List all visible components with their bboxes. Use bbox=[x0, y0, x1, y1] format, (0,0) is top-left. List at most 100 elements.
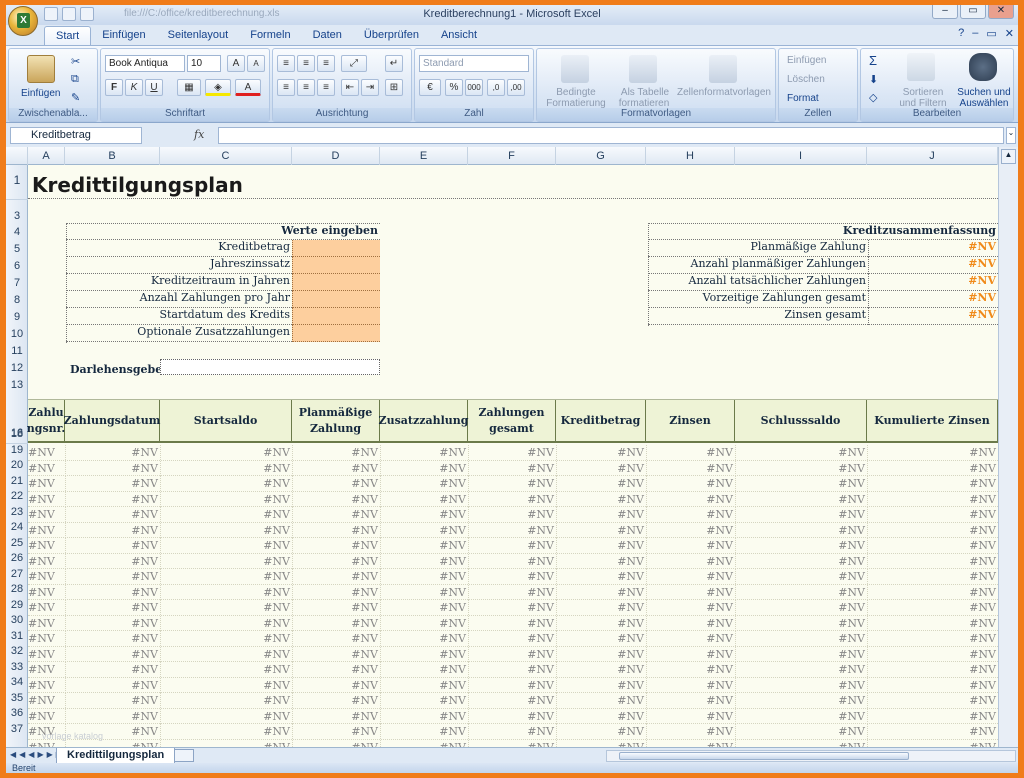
table-cell[interactable]: #NV bbox=[735, 632, 865, 645]
name-box[interactable]: Kreditbetrag bbox=[10, 127, 142, 144]
table-cell[interactable]: #NV bbox=[160, 539, 290, 552]
table-cell[interactable]: #NV bbox=[28, 710, 63, 723]
wb-restore-button[interactable]: ▭ bbox=[986, 27, 996, 40]
table-cell[interactable]: #NV bbox=[646, 462, 733, 475]
table-cell[interactable]: #NV bbox=[160, 477, 290, 490]
table-cell[interactable]: #NV bbox=[380, 586, 466, 599]
table-cell[interactable]: #NV bbox=[28, 508, 63, 521]
table-cell[interactable]: #NV bbox=[28, 446, 63, 459]
row-header[interactable]: 9 bbox=[6, 311, 28, 323]
table-cell[interactable]: #NV bbox=[867, 570, 996, 583]
table-cell[interactable]: #NV bbox=[735, 663, 865, 676]
table-cell[interactable]: #NV bbox=[160, 508, 290, 521]
table-cell[interactable]: #NV bbox=[292, 679, 378, 692]
table-cell[interactable]: #NV bbox=[468, 477, 554, 490]
decrease-indent-icon[interactable]: ⇤ bbox=[341, 79, 359, 96]
row-header[interactable]: 29 bbox=[6, 599, 28, 611]
table-cell[interactable]: #NV bbox=[867, 710, 996, 723]
table-cell[interactable]: #NV bbox=[646, 632, 733, 645]
font-name-select[interactable]: Book Antiqua bbox=[105, 55, 185, 72]
shrink-font-button[interactable]: A bbox=[247, 55, 265, 72]
table-cell[interactable]: #NV bbox=[735, 555, 865, 568]
table-cell[interactable]: #NV bbox=[735, 446, 865, 459]
table-header-cell[interactable]: Zahlungsdatum bbox=[64, 400, 160, 442]
table-cell[interactable]: #NV bbox=[160, 462, 290, 475]
align-middle-icon[interactable]: ≡ bbox=[297, 55, 315, 72]
table-cell[interactable]: #NV bbox=[292, 493, 378, 506]
table-cell[interactable]: #NV bbox=[646, 648, 733, 661]
table-header-cell[interactable]: Startsaldo bbox=[160, 400, 292, 442]
table-cell[interactable]: #NV bbox=[468, 679, 554, 692]
table-cell[interactable]: #NV bbox=[28, 694, 63, 707]
table-cell[interactable]: #NV bbox=[867, 555, 996, 568]
table-cell[interactable]: #NV bbox=[468, 710, 554, 723]
table-cell[interactable]: #NV bbox=[28, 555, 63, 568]
sort-filter-button[interactable]: Sortieren bbox=[895, 87, 951, 98]
table-cell[interactable]: #NV bbox=[65, 462, 158, 475]
table-cell[interactable]: #NV bbox=[65, 508, 158, 521]
table-cell[interactable]: #NV bbox=[380, 539, 466, 552]
col-header-b[interactable]: B bbox=[65, 147, 160, 165]
format-painter-icon[interactable]: ✎ bbox=[71, 91, 80, 104]
format-cells-button[interactable]: Format bbox=[787, 93, 819, 104]
table-cell[interactable]: #NV bbox=[556, 555, 644, 568]
table-cell[interactable]: #NV bbox=[380, 524, 466, 537]
table-cell[interactable]: #NV bbox=[380, 555, 466, 568]
row-header[interactable]: 5 bbox=[6, 243, 28, 255]
table-cell[interactable]: #NV bbox=[867, 648, 996, 661]
table-cell[interactable]: #NV bbox=[867, 632, 996, 645]
table-cell[interactable]: #NV bbox=[556, 524, 644, 537]
table-cell[interactable]: #NV bbox=[556, 570, 644, 583]
table-cell[interactable]: #NV bbox=[468, 539, 554, 552]
table-cell[interactable]: #NV bbox=[160, 555, 290, 568]
table-cell[interactable]: #NV bbox=[646, 539, 733, 552]
table-cell[interactable]: #NV bbox=[735, 586, 865, 599]
col-header-a[interactable]: A bbox=[28, 147, 65, 165]
table-cell[interactable]: #NV bbox=[28, 679, 63, 692]
table-cell[interactable]: #NV bbox=[292, 694, 378, 707]
row-header[interactable]: 4 bbox=[6, 226, 28, 238]
row-header[interactable]: 12 bbox=[6, 362, 28, 374]
italic-button[interactable]: K bbox=[125, 79, 143, 96]
table-cell[interactable]: #NV bbox=[160, 725, 290, 738]
row-header[interactable]: 23 bbox=[6, 506, 28, 518]
input-value-cell[interactable] bbox=[292, 325, 380, 342]
wrap-text-icon[interactable]: ↵ bbox=[385, 55, 403, 72]
table-cell[interactable]: #NV bbox=[292, 586, 378, 599]
table-cell[interactable]: #NV bbox=[380, 663, 466, 676]
col-header-h[interactable]: H bbox=[646, 147, 735, 165]
table-cell[interactable]: #NV bbox=[468, 617, 554, 630]
table-cell[interactable]: #NV bbox=[556, 710, 644, 723]
table-cell[interactable]: #NV bbox=[160, 493, 290, 506]
table-cell[interactable]: #NV bbox=[556, 632, 644, 645]
row-header[interactable]: 6 bbox=[6, 260, 28, 272]
table-cell[interactable]: #NV bbox=[735, 477, 865, 490]
table-cell[interactable]: #NV bbox=[468, 663, 554, 676]
summary-value[interactable]: #NV bbox=[868, 308, 998, 325]
row-header[interactable]: 8 bbox=[6, 294, 28, 306]
paste-button[interactable]: Einfügen bbox=[21, 88, 60, 99]
select-all-corner[interactable] bbox=[6, 147, 28, 165]
table-cell[interactable]: #NV bbox=[867, 725, 996, 738]
table-cell[interactable]: #NV bbox=[867, 663, 996, 676]
number-format-select[interactable]: Standard bbox=[419, 55, 529, 72]
table-cell[interactable]: #NV bbox=[735, 648, 865, 661]
row-header[interactable]: 24 bbox=[6, 521, 28, 533]
table-cell[interactable]: #NV bbox=[65, 539, 158, 552]
table-cell[interactable]: #NV bbox=[735, 617, 865, 630]
table-cell[interactable]: #NV bbox=[28, 663, 63, 676]
table-cell[interactable]: #NV bbox=[646, 477, 733, 490]
table-cell[interactable]: #NV bbox=[65, 617, 158, 630]
lender-input[interactable] bbox=[160, 359, 380, 375]
increase-indent-icon[interactable]: ⇥ bbox=[361, 79, 379, 96]
input-value-cell[interactable] bbox=[292, 291, 380, 308]
table-cell[interactable]: #NV bbox=[292, 648, 378, 661]
grow-font-button[interactable]: A bbox=[227, 55, 245, 72]
row-header[interactable]: 10 bbox=[6, 328, 28, 340]
table-cell[interactable]: #NV bbox=[735, 710, 865, 723]
row-header[interactable]: 22 bbox=[6, 490, 28, 502]
table-cell[interactable]: #NV bbox=[292, 617, 378, 630]
table-cell[interactable]: #NV bbox=[468, 601, 554, 614]
cut-icon[interactable]: ✂ bbox=[71, 55, 80, 68]
table-cell[interactable]: #NV bbox=[867, 524, 996, 537]
